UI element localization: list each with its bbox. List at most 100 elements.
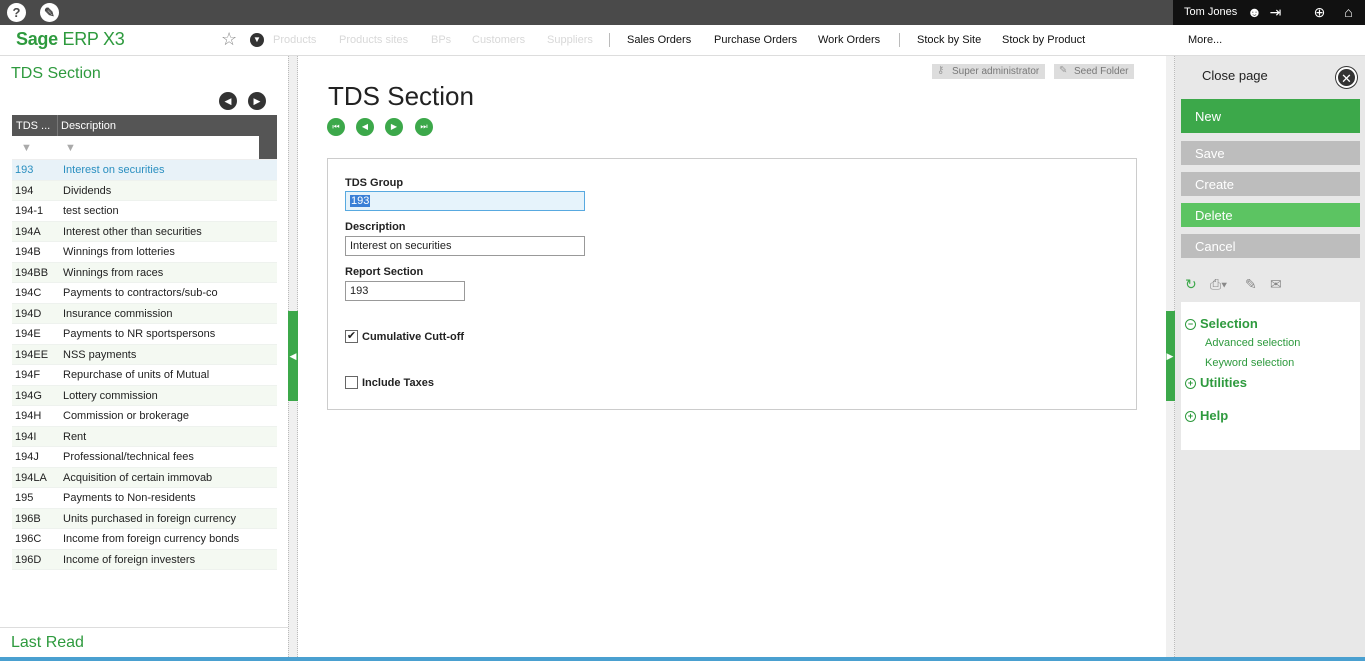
nav-more[interactable]: More... <box>1188 34 1222 46</box>
include-taxes-checkbox[interactable] <box>345 376 358 389</box>
selection-label: Selection <box>1200 316 1258 331</box>
table-row[interactable]: 194G Lottery commission <box>12 385 277 406</box>
table-row[interactable]: 193 Interest on securities <box>12 160 277 181</box>
table-row[interactable]: 194 Dividends <box>12 180 277 201</box>
utilities-label: Utilities <box>1200 375 1247 390</box>
description-field[interactable]: Interest on securities <box>345 236 585 256</box>
table-row[interactable]: 194F Repurchase of units of Mutual <box>12 365 277 386</box>
table-row[interactable]: 194EE NSS payments <box>12 344 277 365</box>
row-description: Winnings from races <box>63 266 164 279</box>
collapse-right-icon[interactable]: ▶ <box>1165 311 1175 401</box>
utilities-section[interactable]: + Utilities <box>1185 375 1247 390</box>
table-row[interactable]: 194J Professional/technical fees <box>12 447 277 468</box>
save-button[interactable]: Save <box>1181 141 1360 165</box>
table-row[interactable]: 194-1 test section <box>12 201 277 222</box>
collapse-icon: − <box>1185 319 1196 330</box>
tds-group-label: TDS Group <box>345 177 404 189</box>
table-row[interactable]: 194H Commission or brokerage <box>12 406 277 427</box>
nav-purchase-orders[interactable]: Purchase Orders <box>714 34 797 46</box>
row-description: Insurance commission <box>63 307 173 320</box>
side-menu: − Selection Advanced selection Keyword se… <box>1181 302 1360 450</box>
close-icon[interactable]: ✕ <box>1336 67 1357 88</box>
table-row[interactable]: 195 Payments to Non-residents <box>12 488 277 509</box>
table-row[interactable]: 196B Units purchased in foreign currency <box>12 508 277 529</box>
column-header-tds[interactable]: TDS ... <box>16 120 50 132</box>
selection-section[interactable]: − Selection <box>1185 316 1258 331</box>
user-badge[interactable]: ⚷ Super administrator <box>932 64 1046 79</box>
cancel-button[interactable]: Cancel <box>1181 234 1360 258</box>
row-code: 196B <box>15 512 41 525</box>
row-code: 194A <box>15 225 41 238</box>
previous-page-icon[interactable]: ◀ <box>219 92 237 110</box>
cumulative-checkbox[interactable]: ✔ <box>345 330 358 343</box>
tds-group-field[interactable]: 193 <box>345 191 585 211</box>
report-section-field[interactable]: 193 <box>345 281 465 301</box>
print-icon[interactable]: ⎙▾ <box>1210 276 1227 293</box>
new-button[interactable]: New <box>1181 99 1360 133</box>
table-row[interactable]: 194E Payments to NR sportspersons <box>12 324 277 345</box>
table-row[interactable]: 196C Income from foreign currency bonds <box>12 529 277 550</box>
column-divider[interactable] <box>57 115 58 136</box>
row-code: 193 <box>15 164 34 176</box>
row-code: 194BB <box>15 266 49 279</box>
filter-icon[interactable]: ▼ <box>65 142 76 154</box>
table-row[interactable]: 196D Income of foreign investers <box>12 549 277 570</box>
home-icon[interactable]: ⌂ <box>1340 4 1357 21</box>
right-splitter[interactable]: ▶ <box>1165 56 1175 657</box>
row-description: Units purchased in foreign currency <box>63 512 237 525</box>
left-splitter[interactable]: ◀ <box>288 56 298 657</box>
tools-icon[interactable]: ✎ <box>40 3 59 22</box>
grid-rows: 193 Interest on securities 194 Dividends 194… <box>12 160 277 570</box>
row-description: test section <box>63 205 119 217</box>
next-record-icon[interactable]: ▶ <box>385 118 403 136</box>
nav-products-sites: Products sites <box>339 34 409 46</box>
next-page-icon[interactable]: ▶ <box>248 92 266 110</box>
collapse-left-icon[interactable]: ◀ <box>288 311 298 401</box>
table-row[interactable]: 194C Payments to contractors/sub-co <box>12 283 277 304</box>
folder-icon: ✎ <box>1059 65 1068 76</box>
first-record-icon[interactable]: ⏮ <box>327 118 345 136</box>
logout-icon[interactable]: ⇥ <box>1267 4 1284 21</box>
favorite-star-icon[interactable]: ☆ <box>221 29 237 50</box>
column-header-description[interactable]: Description <box>61 120 116 132</box>
row-description: Interest other than securities <box>63 225 202 238</box>
filter-icon[interactable]: ▼ <box>21 142 32 154</box>
keyword-selection-link[interactable]: Keyword selection <box>1205 357 1294 369</box>
row-code: 194E <box>15 328 41 340</box>
row-code: 194-1 <box>15 205 44 217</box>
create-button[interactable]: Create <box>1181 172 1360 196</box>
user-name[interactable]: Tom Jones <box>1184 6 1237 18</box>
chevron-down-icon[interactable]: ▼ <box>250 33 264 47</box>
nav-work-orders[interactable]: Work Orders <box>818 34 880 46</box>
globe-icon[interactable]: ⊕ <box>1311 4 1328 21</box>
nav-stock-by-site[interactable]: Stock by Site <box>917 34 981 46</box>
row-description: Professional/technical fees <box>63 451 194 463</box>
table-row[interactable]: 194B Winnings from lotteries <box>12 242 277 263</box>
row-code: 196D <box>15 553 42 566</box>
folder-badge[interactable]: ✎ Seed Folder <box>1054 64 1135 79</box>
nav-sales-orders[interactable]: Sales Orders <box>627 34 691 46</box>
help-section[interactable]: + Help <box>1185 408 1228 423</box>
delete-button[interactable]: Delete <box>1181 203 1360 227</box>
row-code: 194 <box>15 184 34 197</box>
refresh-icon[interactable]: ↻ <box>1185 276 1197 293</box>
table-row[interactable]: 194A Interest other than securities <box>12 221 277 242</box>
last-record-icon[interactable]: ⏭ <box>415 118 433 136</box>
attachment-icon[interactable]: ✎ <box>1245 276 1257 293</box>
last-read-title[interactable]: Last Read <box>11 634 84 652</box>
table-row[interactable]: 194BB Winnings from races <box>12 262 277 283</box>
nav-separator <box>899 33 900 47</box>
nav-suppliers: Suppliers <box>547 34 593 46</box>
table-row[interactable]: 194I Rent <box>12 426 277 447</box>
app-logo[interactable]: Sage ERP X3 <box>16 29 125 50</box>
comment-icon[interactable]: ✉ <box>1270 276 1282 293</box>
close-page-label[interactable]: Close page <box>1202 68 1268 83</box>
user-area: Tom Jones ☻ ⇥ ⊕ ⌂ <box>1173 0 1365 25</box>
table-row[interactable]: 194LA Acquisition of certain immovab <box>12 467 277 488</box>
advanced-selection-link[interactable]: Advanced selection <box>1205 337 1300 349</box>
table-row[interactable]: 194D Insurance commission <box>12 303 277 324</box>
user-profile-icon[interactable]: ☻ <box>1246 4 1263 21</box>
help-icon[interactable]: ? <box>7 3 26 22</box>
nav-stock-by-product[interactable]: Stock by Product <box>1002 34 1085 46</box>
previous-record-icon[interactable]: ◀ <box>356 118 374 136</box>
